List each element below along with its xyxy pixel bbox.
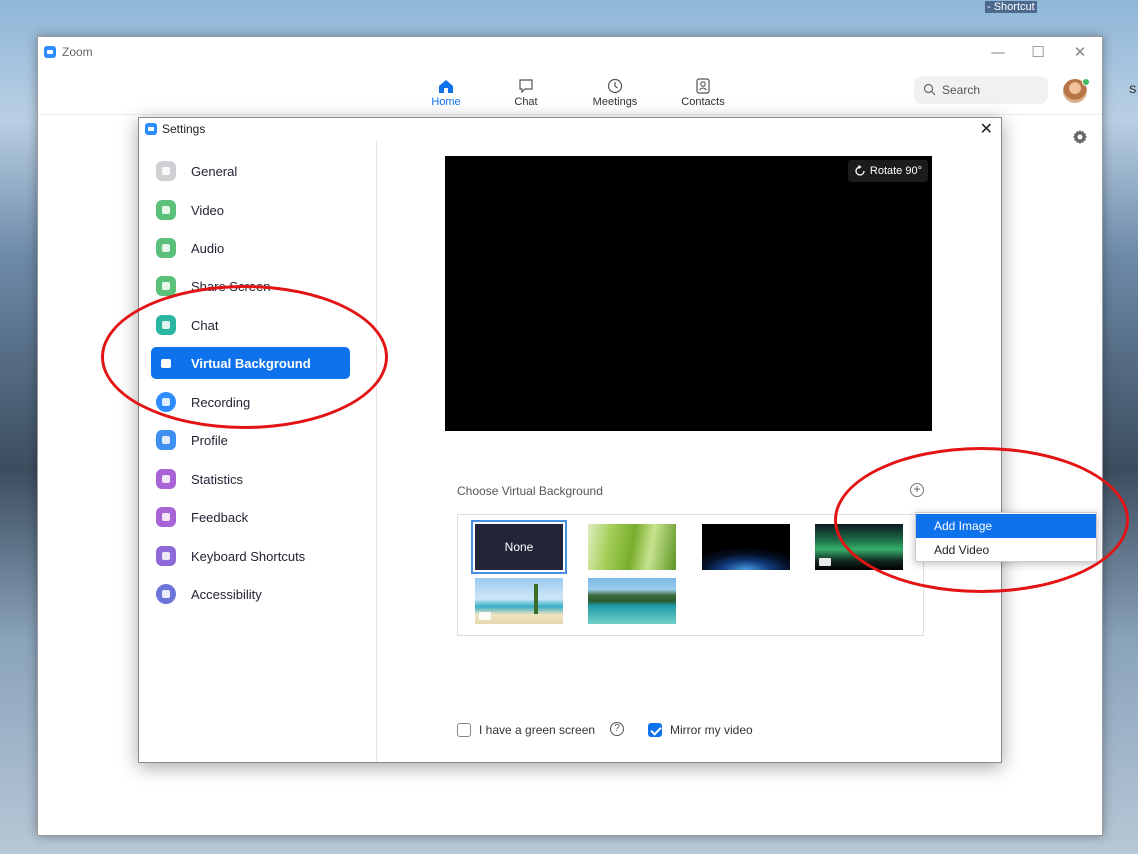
sidebar-item-audio[interactable]: Audio bbox=[151, 232, 350, 264]
gear-icon[interactable] bbox=[1072, 129, 1088, 145]
help-icon[interactable]: ? bbox=[610, 722, 624, 736]
sidebar-item-feedback[interactable]: Feedback bbox=[151, 501, 350, 533]
annotation-circle-add-image bbox=[834, 447, 1129, 593]
video-icon bbox=[479, 612, 491, 620]
share-screen-icon bbox=[156, 276, 176, 296]
search-input[interactable]: Search bbox=[914, 76, 1048, 104]
sidebar-item-accessibility[interactable]: Accessibility bbox=[151, 578, 350, 610]
settings-title-bar: Settings ✕ bbox=[139, 118, 1001, 140]
minimize-button[interactable]: — bbox=[978, 41, 1018, 63]
tab-home-label: Home bbox=[431, 96, 461, 108]
video-camera-icon bbox=[156, 200, 176, 220]
sidebar-item-video[interactable]: Video bbox=[151, 194, 350, 226]
desktop-clipped-text: S bbox=[1129, 84, 1137, 96]
desktop-shortcut-label: - Shortcut bbox=[985, 1, 1037, 13]
tab-chat[interactable]: Chat bbox=[491, 78, 561, 108]
close-window-button[interactable]: ✕ bbox=[1060, 41, 1100, 63]
sidebar-item-label: Statistics bbox=[191, 472, 244, 487]
background-beach[interactable] bbox=[475, 578, 563, 624]
sidebar-item-general[interactable]: General bbox=[151, 155, 350, 187]
sidebar-item-label: Audio bbox=[191, 241, 225, 256]
tab-contacts-label: Contacts bbox=[681, 96, 725, 108]
zoom-logo-icon bbox=[44, 46, 56, 58]
green-screen-checkbox[interactable] bbox=[457, 723, 471, 737]
settings-dialog: Settings ✕ General Video Audio Share Scr… bbox=[138, 117, 1002, 763]
settings-title: Settings bbox=[162, 122, 206, 136]
profile-icon bbox=[156, 430, 176, 450]
tab-contacts[interactable]: Contacts bbox=[668, 78, 738, 108]
background-island[interactable] bbox=[588, 578, 676, 624]
video-preview: Rotate 90° bbox=[445, 156, 932, 431]
video-icon bbox=[819, 558, 831, 566]
sidebar-item-statistics[interactable]: Statistics bbox=[151, 463, 350, 495]
sidebar-item-label: Profile bbox=[191, 433, 228, 448]
feedback-smile-icon bbox=[156, 507, 176, 527]
window-title: Zoom bbox=[62, 45, 93, 59]
background-none[interactable]: None bbox=[471, 520, 567, 574]
sidebar-item-label: Feedback bbox=[191, 510, 249, 525]
tab-chat-label: Chat bbox=[514, 96, 538, 108]
tab-home[interactable]: Home bbox=[411, 78, 481, 108]
choose-background-label: Choose Virtual Background bbox=[457, 484, 603, 498]
background-grass[interactable] bbox=[588, 524, 676, 570]
sidebar-item-keyboard-shortcuts[interactable]: Keyboard Shortcuts bbox=[151, 540, 350, 572]
sidebar-item-label: General bbox=[191, 164, 238, 179]
title-bar: Zoom — ☐ ✕ bbox=[38, 37, 1102, 67]
sidebar-item-label: Video bbox=[191, 203, 225, 218]
rotate-button[interactable]: Rotate 90° bbox=[847, 160, 928, 182]
rotate-label: Rotate 90° bbox=[869, 165, 922, 177]
search-placeholder: Search bbox=[942, 83, 981, 97]
close-settings-button[interactable]: ✕ bbox=[980, 119, 993, 138]
green-screen-label: I have a green screen bbox=[479, 723, 596, 737]
virtual-background-panel: Rotate 90° Choose Virtual Background + N… bbox=[378, 140, 1001, 762]
tab-meetings[interactable]: Meetings bbox=[580, 78, 650, 108]
keyboard-icon bbox=[156, 546, 176, 566]
top-navigation: Home Chat Meetings Contacts Search bbox=[38, 67, 1102, 115]
chat-icon bbox=[519, 79, 533, 94]
accessibility-icon bbox=[156, 584, 176, 604]
headphones-icon bbox=[156, 238, 176, 258]
settings-sidebar: General Video Audio Share Screen Chat Vi… bbox=[139, 140, 377, 762]
annotation-circle-virtual-background bbox=[101, 285, 388, 429]
background-earth[interactable] bbox=[702, 524, 790, 570]
statistics-icon bbox=[156, 469, 176, 489]
settings-gear-icon bbox=[156, 161, 176, 181]
maximize-button[interactable]: ☐ bbox=[1018, 41, 1058, 63]
zoom-logo-icon bbox=[145, 123, 157, 135]
online-status-icon bbox=[1082, 78, 1090, 86]
sidebar-item-label: Keyboard Shortcuts bbox=[191, 549, 306, 564]
tab-meetings-label: Meetings bbox=[592, 96, 638, 108]
mirror-video-label: Mirror my video bbox=[670, 723, 753, 737]
search-icon bbox=[923, 83, 936, 96]
sidebar-item-label: Accessibility bbox=[191, 587, 262, 602]
clock-icon bbox=[607, 78, 623, 94]
rotate-icon bbox=[855, 165, 865, 176]
contacts-icon bbox=[696, 78, 710, 94]
home-icon bbox=[439, 80, 453, 93]
mirror-video-checkbox[interactable] bbox=[648, 723, 662, 737]
